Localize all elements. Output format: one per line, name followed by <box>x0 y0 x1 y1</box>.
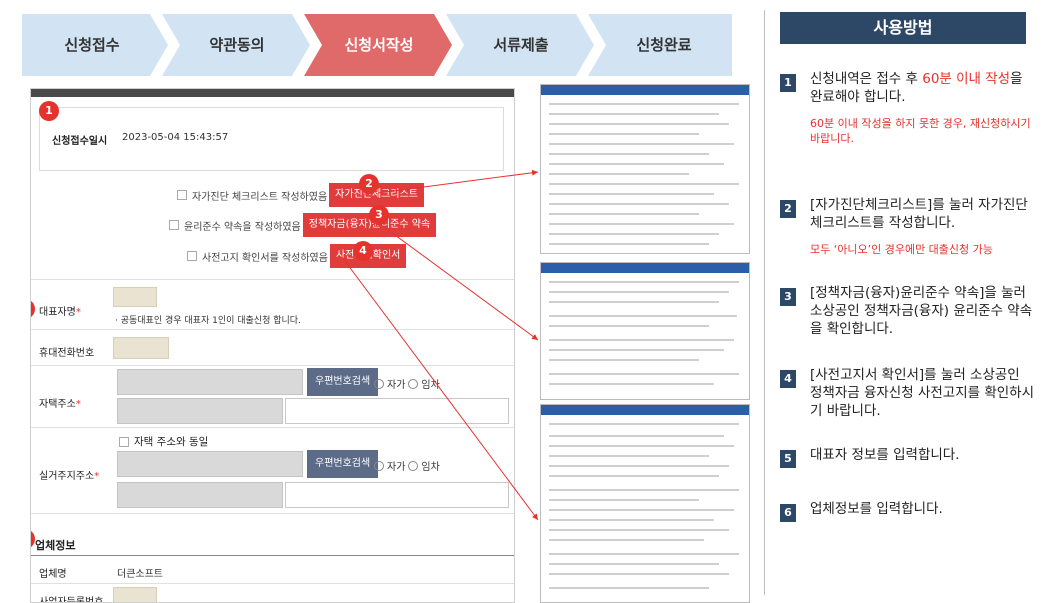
usage-text: 신청내역은 접수 후 60분 이내 작성을 완료해야 합니다. <box>810 70 1035 106</box>
doc-line <box>549 339 734 341</box>
usage-title: 사용방법 <box>780 12 1026 44</box>
doc-line <box>549 563 719 565</box>
doc-line <box>549 435 724 437</box>
usage-number: 1 <box>780 74 796 92</box>
doc-header <box>541 405 749 415</box>
doc-line <box>549 499 699 501</box>
usage-note: 60분 이내 작성을 하지 못한 경우, 재신청하시기 바랍니다. <box>810 117 1031 145</box>
doc-line <box>549 233 719 235</box>
doc-line <box>549 315 737 317</box>
usage-highlight: 60분 이내 작성 <box>922 71 1011 87</box>
doc-line <box>549 465 729 467</box>
doc-line <box>549 325 709 327</box>
usage-number: 2 <box>780 200 796 218</box>
doc-line <box>549 587 709 589</box>
doc-line <box>549 163 724 165</box>
doc-line <box>549 359 699 361</box>
doc-line <box>549 223 734 225</box>
usage-number: 4 <box>780 370 796 388</box>
usage-number: 6 <box>780 504 796 522</box>
doc-line <box>549 445 734 447</box>
doc-line <box>549 539 704 541</box>
doc-line <box>549 193 714 195</box>
usage-number: 3 <box>780 288 796 306</box>
doc-line <box>549 301 719 303</box>
doc-line <box>549 113 719 115</box>
doc-header <box>541 85 749 95</box>
usage-item-2: 2 [자가진단체크리스트]를 눌러 자가진단체크리스트를 작성합니다. 모두 ‘… <box>780 196 1035 257</box>
doc-line <box>549 183 739 185</box>
doc-line <box>549 373 739 375</box>
doc-line <box>549 291 729 293</box>
usage-text: 업체정보를 입력합니다. <box>810 501 943 517</box>
usage-text: [자가진단체크리스트]를 눌러 자가진단체크리스트를 작성합니다. <box>810 197 1028 231</box>
usage-note: 모두 ‘아니오’인 경우에만 대출신청 가능 <box>810 243 993 256</box>
doc-line <box>549 455 709 457</box>
doc-header <box>541 263 749 273</box>
doc-line <box>549 475 719 477</box>
usage-item-5: 5 대표자 정보를 입력합니다. <box>780 446 1035 468</box>
doc-line <box>549 349 724 351</box>
doc-line <box>549 243 709 245</box>
doc-line <box>549 153 709 155</box>
ethics-document-preview <box>540 262 750 400</box>
usage-item-3: 3 [정책자금(융자)윤리준수 약속]을 눌러 소상공인 정책자금(융자) 윤리… <box>780 284 1035 338</box>
usage-number: 5 <box>780 450 796 468</box>
doc-line <box>549 213 699 215</box>
usage-text: 대표자 정보를 입력합니다. <box>810 447 960 463</box>
usage-text-part: 신청내역은 접수 후 <box>810 71 923 87</box>
doc-line <box>549 489 739 491</box>
usage-item-6: 6 업체정보를 입력합니다. <box>780 500 1035 522</box>
notice-document-preview <box>540 404 750 603</box>
usage-item-1: 1 신청내역은 접수 후 60분 이내 작성을 완료해야 합니다. 60분 이내… <box>780 70 1035 146</box>
doc-line <box>549 519 714 521</box>
usage-text: [정책자금(융자)윤리준수 약속]을 눌러 소상공인 정책자금(융자) 윤리준수… <box>810 285 1033 337</box>
doc-line <box>549 423 739 425</box>
doc-line <box>549 133 699 135</box>
doc-line <box>549 383 714 385</box>
doc-line <box>549 509 734 511</box>
doc-line <box>549 573 729 575</box>
arrow-to-ethics-doc <box>379 223 539 341</box>
arrow-to-notice-doc <box>341 256 539 521</box>
arrow-to-checklist-doc <box>377 169 539 194</box>
vertical-divider <box>764 10 765 595</box>
usage-item-4: 4 [사전고지서 확인서]를 눌러 소상공인 정책자금 융자신청 사전고지를 확… <box>780 366 1035 420</box>
doc-line <box>549 143 734 145</box>
doc-line <box>549 529 729 531</box>
checklist-document-preview <box>540 84 750 254</box>
doc-line <box>549 553 739 555</box>
usage-text: [사전고지서 확인서]를 눌러 소상공인 정책자금 융자신청 사전고지를 확인하… <box>810 367 1035 419</box>
doc-line <box>549 103 739 105</box>
doc-line <box>549 281 739 283</box>
doc-line <box>549 123 729 125</box>
doc-line <box>549 203 729 205</box>
page: 신청접수 약관동의 신청서작성 서류제출 신청완료 신청접수일시 2023-05… <box>0 0 1045 603</box>
doc-line <box>549 173 689 175</box>
